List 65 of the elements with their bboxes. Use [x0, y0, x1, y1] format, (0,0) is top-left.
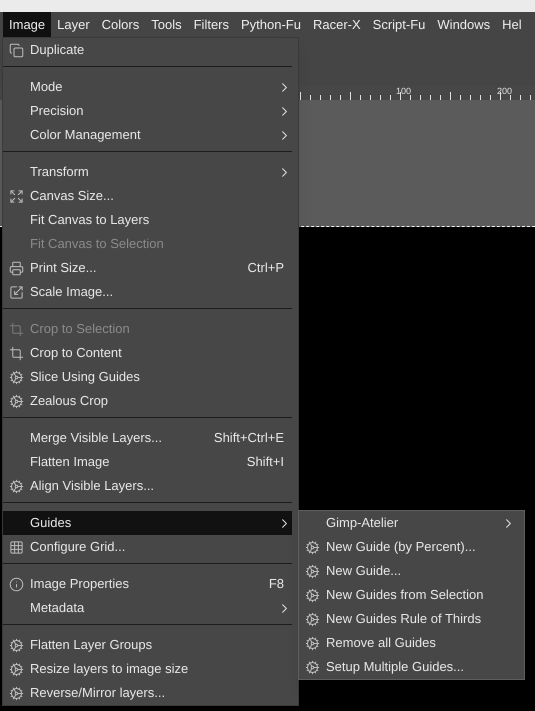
menu-item[interactable]: New Guide...	[299, 559, 516, 583]
menu-item[interactable]: Precision	[3, 99, 292, 123]
duplicate-icon	[9, 42, 24, 58]
gear-icon	[9, 478, 24, 494]
menu-bar-item[interactable]: Hel	[496, 12, 528, 37]
menu-item[interactable]: New Guide (by Percent)...	[299, 535, 516, 559]
shortcut-label: Shift+I	[246, 453, 285, 472]
menu-item[interactable]: Color Management	[3, 123, 292, 147]
menu-item[interactable]: Flatten Layer Groups	[3, 633, 292, 657]
gear-icon	[9, 662, 24, 676]
menu-item[interactable]: Fit Canvas to Layers	[3, 208, 292, 232]
menu-bar-item[interactable]: Filters	[188, 12, 235, 37]
gear-icon	[9, 638, 24, 652]
shortcut-label: Shift+Ctrl+E	[214, 429, 285, 448]
resize-icon	[9, 188, 24, 204]
menu-item[interactable]: Crop to Content	[3, 341, 292, 365]
gear-icon	[9, 394, 24, 408]
menu-item[interactable]: Canvas Size...	[3, 184, 292, 208]
menu-item[interactable]: Flatten Image Shift+I	[3, 450, 292, 474]
menu-item[interactable]: Align Visible Layers...	[3, 474, 292, 498]
gear-icon	[305, 588, 320, 602]
printer-icon	[9, 260, 24, 276]
gear-icon	[305, 660, 320, 674]
menu-item[interactable]: New Guides from Selection	[299, 583, 516, 607]
menu-item[interactable]: Setup Multiple Guides...	[299, 655, 516, 679]
menu-bar-item[interactable]: Colors	[96, 12, 146, 37]
menu-item[interactable]: Guides	[3, 511, 292, 535]
grid-icon	[9, 540, 24, 554]
menu-item[interactable]: New Guides Rule of Thirds	[299, 607, 516, 631]
menu-item[interactable]: Reverse/Mirror layers...	[3, 681, 292, 705]
menu-item[interactable]: Slice Using Guides	[3, 365, 292, 389]
menu-item[interactable]: Merge Visible Layers... Shift+Ctrl+E	[3, 426, 292, 450]
gear-icon	[305, 612, 320, 626]
menu-bar-item[interactable]: Layer	[51, 12, 96, 37]
menu-bar-item[interactable]: Tools	[145, 12, 188, 37]
menu-bar-item[interactable]: Python-Fu	[235, 12, 307, 37]
menu-item[interactable]: Configure Grid...	[3, 535, 292, 559]
scale-icon	[9, 284, 24, 300]
menu-bar-item[interactable]: Windows	[431, 12, 496, 37]
shortcut-label: Ctrl+P	[248, 259, 285, 278]
menu-item[interactable]: Zealous Crop	[3, 389, 292, 413]
gear-icon	[305, 636, 320, 650]
ruler-label: 100	[396, 86, 412, 96]
menu-item[interactable]: Transform	[3, 160, 292, 184]
menu-item[interactable]: Remove all Guides	[299, 631, 516, 655]
crop-icon	[9, 346, 24, 360]
menu-item[interactable]: Resize layers to image size	[3, 657, 292, 681]
menu-item[interactable]: Scale Image...	[3, 280, 292, 304]
gear-icon	[305, 564, 320, 578]
crop-icon	[9, 322, 24, 336]
ruler-label: 200	[497, 86, 512, 96]
info-icon	[9, 576, 24, 592]
menu-item[interactable]: Duplicate	[3, 38, 292, 62]
menu-item[interactable]: Image Properties F8	[3, 572, 292, 596]
shortcut-label: F8	[268, 575, 285, 594]
gear-icon	[305, 540, 320, 554]
menu-bar-item[interactable]: Script-Fu	[366, 12, 432, 37]
gear-icon	[9, 370, 24, 384]
menu-bar-item[interactable]: Racer-X	[306, 12, 367, 37]
menu-item[interactable]: Gimp-Atelier	[299, 511, 516, 535]
gear-icon	[9, 686, 24, 700]
menu-item[interactable]: Mode	[3, 75, 292, 99]
menu-item[interactable]: Metadata	[3, 596, 292, 620]
menu-item[interactable]: Print Size... Ctrl+P	[3, 256, 292, 280]
menu-bar-item[interactable]: Image	[3, 12, 52, 37]
